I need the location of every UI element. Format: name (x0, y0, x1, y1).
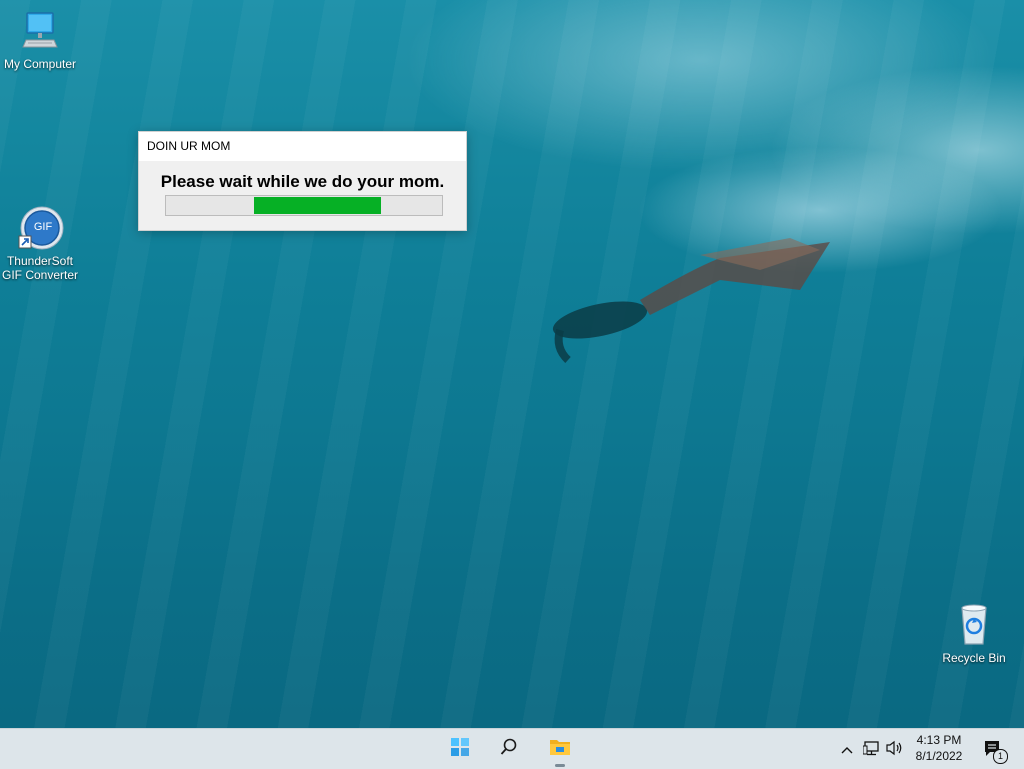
active-indicator (555, 764, 565, 767)
clock-time: 4:13 PM (916, 733, 962, 747)
recycle-bin-icon (934, 602, 1014, 649)
chevron-up-icon (841, 742, 853, 757)
search-icon (500, 738, 518, 760)
desktop-icon-label: My Computer (3, 57, 77, 71)
wallpaper (0, 0, 1024, 728)
taskbar: 4:13 PM 8/1/2022 1 (0, 728, 1024, 769)
wallpaper-swimmer (552, 238, 830, 363)
gif-converter-icon: GIF (16, 206, 64, 252)
tray-network[interactable] (860, 729, 884, 769)
progress-bar-fill (254, 197, 382, 214)
desktop-icon-label-line1: ThunderSoft (6, 254, 74, 268)
gif-badge: GIF (33, 221, 53, 233)
taskbar-clock[interactable]: 4:13 PM 8/1/2022 (904, 732, 974, 764)
folder-icon (549, 737, 571, 761)
dialog-title[interactable]: DOIN UR MOM (139, 132, 466, 161)
dialog-message: Please wait while we do your mom. (160, 172, 445, 191)
network-icon (862, 740, 881, 759)
desktop-icon-label: Recycle Bin (942, 651, 1006, 665)
notification-count: 1 (993, 749, 1008, 764)
tray-volume[interactable] (884, 729, 906, 769)
progress-bar (165, 195, 443, 216)
search-button[interactable] (489, 729, 529, 769)
volume-icon (886, 740, 904, 759)
progress-dialog: DOIN UR MOM Please wait while we do your… (138, 131, 467, 231)
desktop-icon-my-computer[interactable]: My Computer (0, 10, 80, 71)
notification-button[interactable]: 1 (978, 729, 1008, 769)
tray-show-hidden[interactable] (836, 729, 858, 769)
monitor-icon (0, 10, 80, 55)
start-button[interactable] (440, 729, 480, 769)
windows-start-icon (450, 737, 470, 761)
desktop-icon-recycle-bin[interactable]: Recycle Bin (934, 602, 1014, 665)
notification-icon: 1 (983, 739, 1008, 764)
clock-date: 8/1/2022 (915, 749, 963, 763)
file-explorer-button[interactable] (540, 729, 580, 769)
desktop-icon-thundersoft-gif-converter[interactable]: GIF ThunderSoft GIF Converter (0, 206, 80, 282)
desktop-icon-label-line2: GIF Converter (1, 268, 79, 282)
